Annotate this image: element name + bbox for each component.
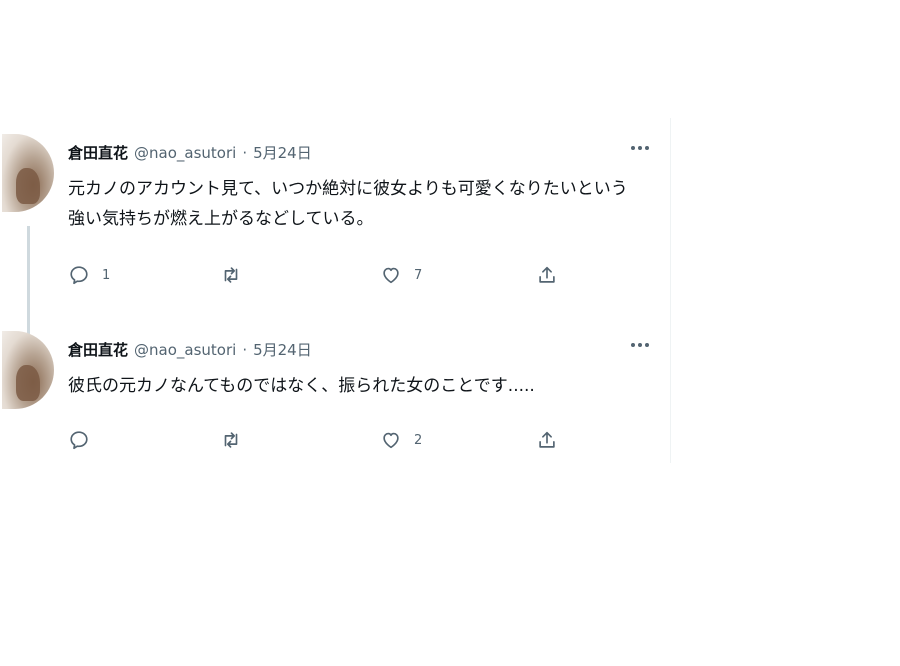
retweet-arrows-icon [224,432,238,448]
share-button[interactable] [536,260,558,290]
heart-icon [383,267,399,284]
tweet-actions: 1 7 [68,260,568,290]
tweet-text: 元カノのアカウント見て、いつか絶対に彼女よりも可愛くなりたいという 強い気持ちが… [68,174,648,234]
share-upload-icon [539,431,555,448]
comment-bubble-icon [70,266,88,285]
tweet-thread: 倉田直花 @nao_asutori · 5月24日 元カノのアカウント見て、いつ… [0,118,671,463]
avatar[interactable] [2,331,54,409]
tweet-actions: 2 [68,425,568,455]
tweet[interactable]: 倉田直花 @nao_asutori · 5月24日 彼氏の元カノなんてものではな… [0,331,670,463]
author-handle[interactable]: @nao_asutori [134,341,236,359]
heart-icon [383,432,399,449]
thread-connector-line [27,226,30,344]
author-name[interactable]: 倉田直花 [68,339,128,360]
retweet-button[interactable] [220,260,254,290]
like-button[interactable]: 7 [380,260,422,290]
tweet-header: 倉田直花 @nao_asutori · 5月24日 [68,142,312,163]
comment-bubble-icon [70,431,88,450]
tweet-text-line: 強い気持ちが燃え上がるなどしている。 [68,209,374,229]
like-count: 7 [414,267,423,283]
retweet-button[interactable] [220,425,254,455]
tweet-text: 彼氏の元カノなんてものではなく、振られた女のことです..... [68,371,648,401]
tweet-text-line: 彼氏の元カノなんてものではなく、振られた女のことです..... [68,376,535,396]
more-horizontal-icon [631,146,649,150]
share-upload-icon [539,266,555,283]
header-separator: · [242,144,248,162]
tweet[interactable]: 倉田直花 @nao_asutori · 5月24日 元カノのアカウント見て、いつ… [0,134,670,344]
like-count: 2 [414,432,423,448]
share-button[interactable] [536,425,558,455]
more-options-button[interactable] [627,335,653,355]
tweet-text-line: 元カノのアカウント見て、いつか絶対に彼女よりも可愛くなりたいという [68,179,628,199]
reply-button[interactable]: 1 [68,260,110,290]
tweet-date[interactable]: 5月24日 [253,142,312,163]
retweet-arrows-icon [224,267,238,283]
more-options-button[interactable] [627,138,653,158]
header-separator: · [242,341,248,359]
more-horizontal-icon [631,343,649,347]
tweet-header: 倉田直花 @nao_asutori · 5月24日 [68,339,312,360]
author-handle[interactable]: @nao_asutori [134,144,236,162]
reply-count: 1 [102,267,111,283]
author-name[interactable]: 倉田直花 [68,142,128,163]
reply-button[interactable] [68,425,102,455]
avatar[interactable] [2,134,54,212]
like-button[interactable]: 2 [380,425,422,455]
tweet-date[interactable]: 5月24日 [253,339,312,360]
